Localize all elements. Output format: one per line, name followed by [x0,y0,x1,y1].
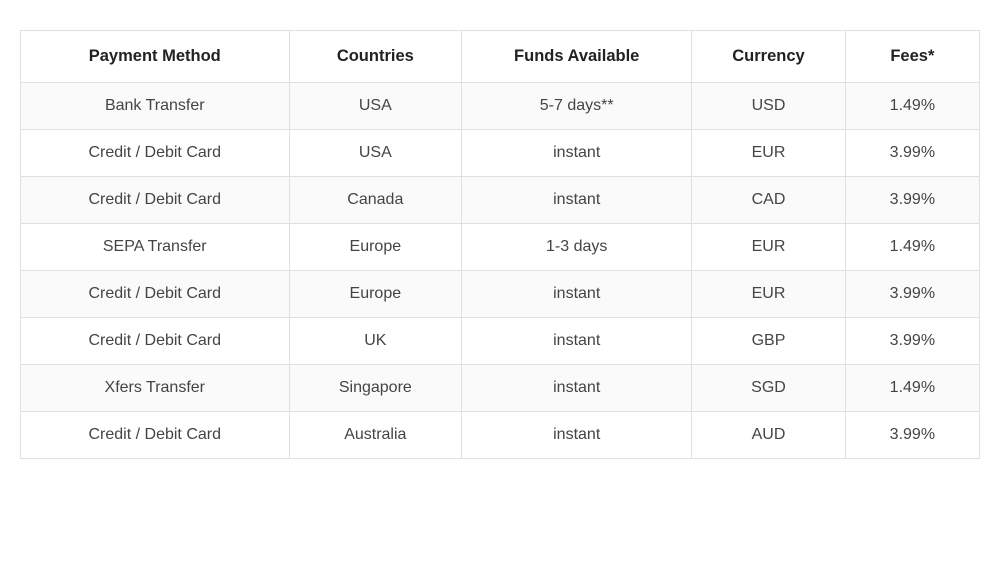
table-header-row: Payment Method Countries Funds Available… [21,31,980,83]
cell-currency: EUR [692,224,845,271]
cell-payment-method: SEPA Transfer [21,224,290,271]
cell-fees: 1.49% [845,224,979,271]
cell-currency: USD [692,83,845,130]
table-row: Credit / Debit Card Europe instant EUR 3… [21,271,980,318]
cell-funds: instant [462,271,692,318]
cell-currency: SGD [692,365,845,412]
cell-countries: USA [289,83,462,130]
cell-currency: CAD [692,177,845,224]
header-fees: Fees* [845,31,979,83]
cell-funds: instant [462,318,692,365]
table-row: Credit / Debit Card UK instant GBP 3.99% [21,318,980,365]
cell-fees: 3.99% [845,412,979,459]
cell-countries: UK [289,318,462,365]
cell-funds: instant [462,130,692,177]
cell-fees: 3.99% [845,177,979,224]
cell-currency: GBP [692,318,845,365]
cell-payment-method: Credit / Debit Card [21,412,290,459]
cell-payment-method: Xfers Transfer [21,365,290,412]
cell-payment-method: Credit / Debit Card [21,177,290,224]
header-funds-available: Funds Available [462,31,692,83]
cell-fees: 3.99% [845,271,979,318]
header-payment-method: Payment Method [21,31,290,83]
cell-payment-method: Credit / Debit Card [21,130,290,177]
cell-fees: 3.99% [845,130,979,177]
cell-countries: Europe [289,224,462,271]
cell-payment-method: Credit / Debit Card [21,318,290,365]
cell-currency: EUR [692,271,845,318]
cell-countries: Singapore [289,365,462,412]
table-row: Credit / Debit Card USA instant EUR 3.99… [21,130,980,177]
header-currency: Currency [692,31,845,83]
cell-fees: 1.49% [845,365,979,412]
table-row: Credit / Debit Card Canada instant CAD 3… [21,177,980,224]
cell-fees: 1.49% [845,83,979,130]
cell-currency: AUD [692,412,845,459]
cell-currency: EUR [692,130,845,177]
cell-funds: instant [462,365,692,412]
cell-funds: instant [462,412,692,459]
cell-funds: instant [462,177,692,224]
cell-countries: Canada [289,177,462,224]
cell-fees: 3.99% [845,318,979,365]
table-row: SEPA Transfer Europe 1-3 days EUR 1.49% [21,224,980,271]
table-row: Credit / Debit Card Australia instant AU… [21,412,980,459]
table-row: Xfers Transfer Singapore instant SGD 1.4… [21,365,980,412]
cell-funds: 1-3 days [462,224,692,271]
cell-countries: Australia [289,412,462,459]
cell-countries: USA [289,130,462,177]
header-countries: Countries [289,31,462,83]
payment-methods-table: Payment Method Countries Funds Available… [20,30,980,459]
cell-payment-method: Credit / Debit Card [21,271,290,318]
cell-payment-method: Bank Transfer [21,83,290,130]
table-row: Bank Transfer USA 5-7 days** USD 1.49% [21,83,980,130]
cell-countries: Europe [289,271,462,318]
cell-funds: 5-7 days** [462,83,692,130]
